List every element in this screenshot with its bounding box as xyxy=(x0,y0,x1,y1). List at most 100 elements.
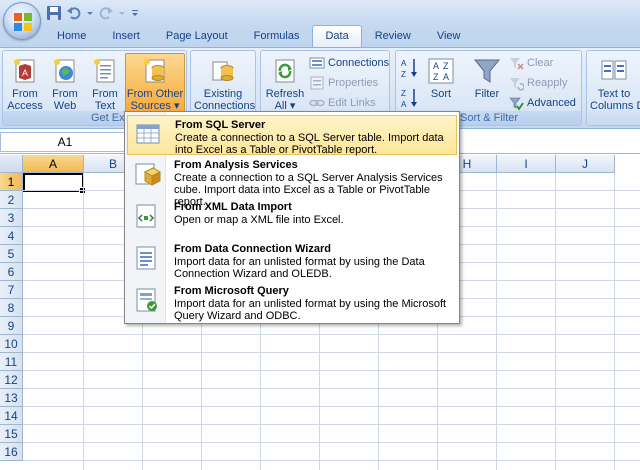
column-header-a[interactable]: A xyxy=(23,155,84,173)
svg-text:A: A xyxy=(401,100,407,109)
menu-item-description: Import data for an unlisted format by us… xyxy=(174,256,425,280)
from-access-button[interactable]: A From Access xyxy=(5,53,45,112)
row-header-5[interactable]: 5 xyxy=(0,245,23,263)
gridline-vertical xyxy=(496,173,497,470)
tab-data[interactable]: Data xyxy=(312,25,362,48)
advanced-button[interactable]: Advanced xyxy=(508,94,576,112)
row-header-16[interactable]: 16 xyxy=(0,443,23,461)
filter-button[interactable]: Filter xyxy=(468,53,506,111)
data-connection-wizard-icon xyxy=(136,246,156,270)
existing-connections-icon xyxy=(212,61,234,81)
row-header-15[interactable]: 15 xyxy=(0,425,23,443)
existing-connections-button[interactable]: Existing Connections xyxy=(193,53,255,112)
row-header-13[interactable]: 13 xyxy=(0,389,23,407)
menu-item-title: From Data Connection Wizard xyxy=(174,243,331,255)
row-header-7[interactable]: 7 xyxy=(0,281,23,299)
from-other-sources-menu: From SQL Server Create a connection to a… xyxy=(124,111,460,324)
menu-item-microsoft-query[interactable]: From Microsoft Query Import data for an … xyxy=(127,282,457,322)
sort-z-to-a-icon[interactable]: ZA xyxy=(400,87,420,109)
menu-item-title: From SQL Server xyxy=(175,119,266,131)
edit-links-button[interactable]: Edit Links xyxy=(309,94,376,112)
web-icon xyxy=(54,59,75,83)
gridline-vertical xyxy=(614,173,615,470)
row-header-3[interactable]: 3 xyxy=(0,209,23,227)
column-header-j[interactable]: J xyxy=(556,155,615,173)
customize-qat-icon[interactable] xyxy=(130,5,140,21)
properties-button[interactable]: Properties xyxy=(309,74,378,92)
refresh-all-button[interactable]: Refresh All ▾ xyxy=(263,53,307,112)
access-icon: A xyxy=(14,59,35,83)
connections-button[interactable]: Connections xyxy=(309,54,389,72)
refresh-icon xyxy=(275,59,295,83)
row-header-9[interactable]: 9 xyxy=(0,317,23,335)
menu-item-title: From Analysis Services xyxy=(174,159,298,171)
menu-item-description: Open or map a XML file into Excel. xyxy=(174,214,344,226)
menu-item-analysis-services[interactable]: From Analysis Services Create a connecti… xyxy=(127,156,457,208)
analysis-services-icon xyxy=(135,163,161,186)
from-other-line1: From Other xyxy=(126,88,184,100)
row-header-4[interactable]: 4 xyxy=(0,227,23,245)
gridline-vertical xyxy=(555,173,556,470)
row-header-10[interactable]: 10 xyxy=(0,335,23,353)
menu-item-title: From Microsoft Query xyxy=(174,285,289,297)
undo-icon[interactable] xyxy=(66,5,82,21)
ribbon-tabs: Home Insert Page Layout Formulas Data Re… xyxy=(44,25,473,48)
sort-button[interactable]: AZZA Sort xyxy=(424,53,458,111)
gridline-horizontal xyxy=(23,406,640,407)
reapply-button[interactable]: Reapply xyxy=(508,74,567,92)
row-header-2[interactable]: 2 xyxy=(0,191,23,209)
gridline-horizontal xyxy=(23,370,640,371)
row-header-8[interactable]: 8 xyxy=(0,299,23,317)
menu-item-description: Import data for an unlisted format by us… xyxy=(174,298,447,322)
from-other-sources-button[interactable]: From Other Sources ▾ xyxy=(125,53,185,115)
tab-formulas[interactable]: Formulas xyxy=(241,25,313,48)
group-data-tools: Text to Columns D xyxy=(586,50,640,126)
clear-button[interactable]: Clear xyxy=(508,54,553,72)
from-web-line1: From xyxy=(52,88,78,100)
sort-a-to-z-icon[interactable]: AZ xyxy=(400,57,420,79)
menu-item-xml-import[interactable]: From XML Data Import Open or map a XML f… xyxy=(127,198,457,238)
connections-label: Connections xyxy=(328,57,390,69)
reapply-label: Reapply xyxy=(527,77,568,89)
tab-home[interactable]: Home xyxy=(44,25,99,48)
row-header-14[interactable]: 14 xyxy=(0,407,23,425)
office-button[interactable] xyxy=(3,2,41,40)
advanced-filter-icon xyxy=(509,97,524,111)
svg-text:Z: Z xyxy=(401,89,406,98)
menu-item-sql-server[interactable]: From SQL Server Create a connection to a… xyxy=(127,115,457,156)
gridline-horizontal xyxy=(23,460,640,461)
sort-label: Sort xyxy=(430,88,452,100)
redo-icon[interactable] xyxy=(98,5,114,21)
quick-access-toolbar xyxy=(46,3,140,23)
edit-links-label: Edit Links xyxy=(328,97,376,109)
row-header-6[interactable]: 6 xyxy=(0,263,23,281)
svg-text:Z: Z xyxy=(433,72,439,82)
redo-dropdown-icon[interactable] xyxy=(118,5,126,21)
gridline-horizontal xyxy=(23,442,640,443)
row-header-11[interactable]: 11 xyxy=(0,353,23,371)
microsoft-query-icon xyxy=(136,288,157,312)
save-icon[interactable] xyxy=(46,5,62,21)
column-header-i[interactable]: I xyxy=(497,155,556,173)
tab-page-layout[interactable]: Page Layout xyxy=(153,25,241,48)
sort-dialog-icon: A ZZ A xyxy=(428,58,454,84)
svg-text:A: A xyxy=(401,59,407,68)
select-all-corner[interactable] xyxy=(0,155,23,173)
undo-dropdown-icon[interactable] xyxy=(86,5,94,21)
tab-insert[interactable]: Insert xyxy=(99,25,153,48)
office-logo-icon xyxy=(14,13,32,31)
title-bar: Home Insert Page Layout Formulas Data Re… xyxy=(0,0,640,48)
from-web-button[interactable]: From Web xyxy=(45,53,85,112)
menu-item-data-connection-wizard[interactable]: From Data Connection Wizard Import data … xyxy=(127,240,457,280)
row-header-12[interactable]: 12 xyxy=(0,371,23,389)
from-text-button[interactable]: From Text xyxy=(85,53,125,112)
name-box[interactable]: A1 xyxy=(0,132,130,152)
filter-label: Filter xyxy=(474,88,500,100)
text-to-columns-button[interactable]: Text to Columns D xyxy=(589,53,640,112)
clear-filter-icon xyxy=(510,58,524,70)
tab-view[interactable]: View xyxy=(424,25,474,48)
row-header-1[interactable]: 1 xyxy=(0,173,23,191)
sql-server-icon xyxy=(136,124,160,144)
text-to-columns-line1: Text to xyxy=(597,88,631,100)
tab-review[interactable]: Review xyxy=(362,25,424,48)
